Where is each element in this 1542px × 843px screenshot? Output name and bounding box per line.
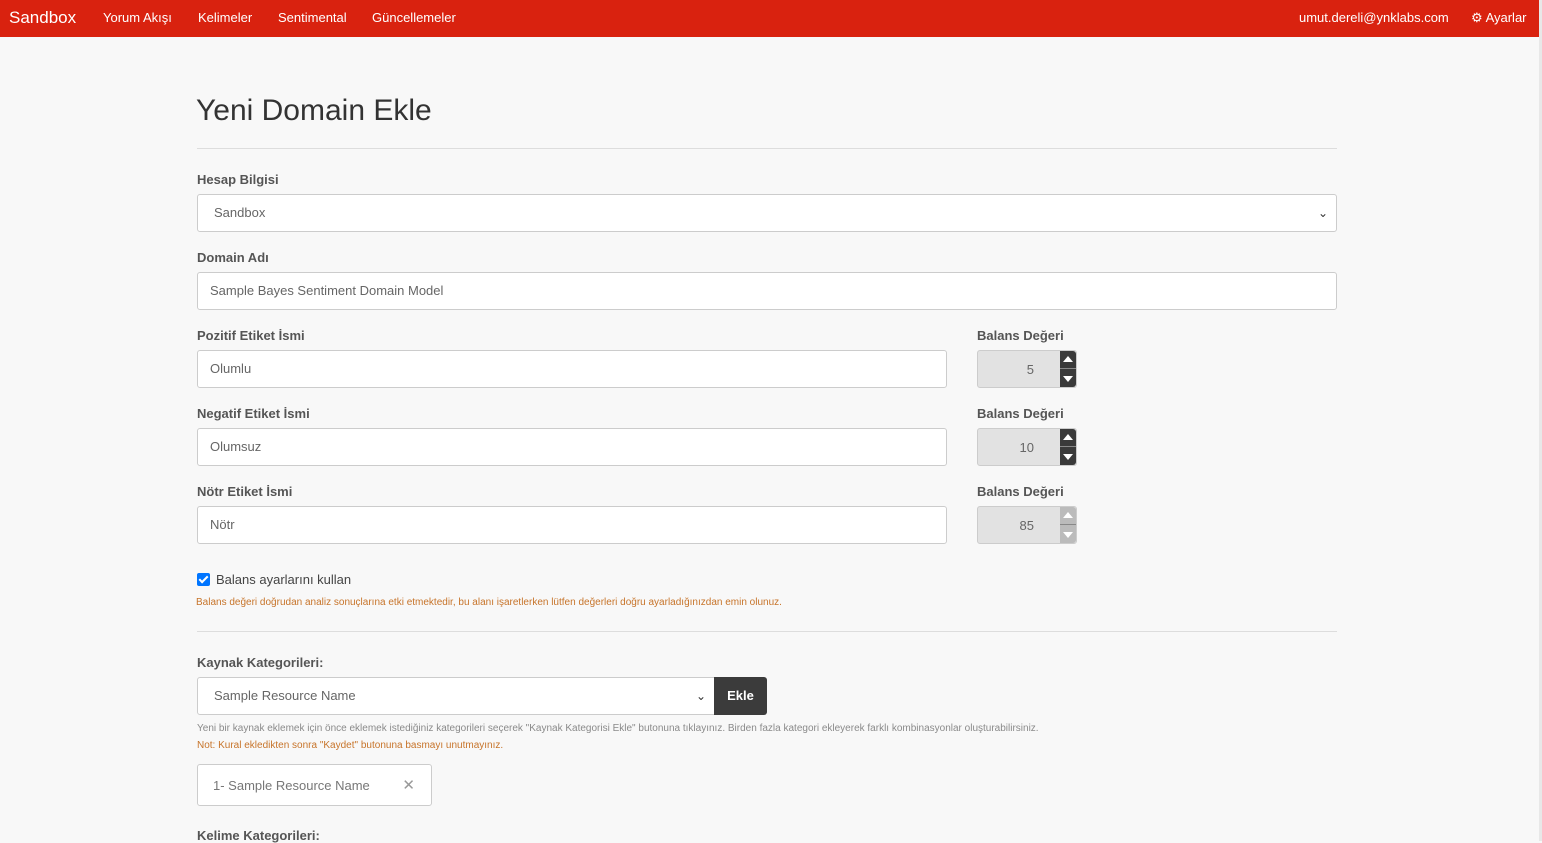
resource-category-select[interactable]: Sample Resource Name ⌄ [197, 677, 715, 715]
divider [197, 631, 1337, 632]
balance-neutral-input: 85 [977, 506, 1077, 544]
brand-link[interactable]: Sandbox [9, 8, 76, 28]
spinner-negative[interactable] [1060, 429, 1076, 465]
neutral-label: Nötr Etiket İsmi [197, 484, 293, 499]
negative-label: Negatif Etiket İsmi [197, 406, 310, 421]
balance-positive-input[interactable]: 5 [977, 350, 1077, 388]
negative-label-input[interactable]: Olumsuz [197, 428, 947, 466]
add-resource-button[interactable]: Ekle [714, 677, 767, 715]
chevron-down-icon: ⌄ [695, 689, 706, 703]
spinner-positive[interactable] [1060, 351, 1076, 387]
account-label: Hesap Bilgisi [197, 172, 279, 187]
balance-neutral-value: 85 [1019, 518, 1034, 533]
balance-warning: Balans değeri doğrudan analiz sonuçların… [196, 597, 782, 608]
resource-chip: 1- Sample Resource Name ✕ [197, 764, 432, 806]
balance-negative-input[interactable]: 10 [977, 428, 1077, 466]
gear-icon: ⚙ [1471, 10, 1483, 25]
page-title: Yeni Domain Ekle [196, 94, 432, 127]
positive-label-input[interactable]: Olumlu [197, 350, 947, 388]
neutral-placeholder: Nötr [210, 517, 235, 532]
negative-placeholder: Olumsuz [210, 439, 262, 454]
domain-label: Domain Adı [197, 250, 269, 265]
resource-chip-label: 1- Sample Resource Name [213, 778, 370, 793]
balance-label-neutral: Balans Değeri [977, 484, 1064, 499]
top-navbar: Sandbox Yorum Akışı Kelimeler Sentimenta… [0, 0, 1539, 37]
domain-name-placeholder: Sample Bayes Sentiment Domain Model [210, 283, 444, 298]
domain-name-input[interactable]: Sample Bayes Sentiment Domain Model [197, 272, 1337, 310]
neutral-label-input[interactable]: Nötr [197, 506, 947, 544]
positive-placeholder: Olumlu [210, 361, 252, 376]
user-email-link[interactable]: umut.dereli@ynklabs.com [1299, 10, 1449, 25]
divider [197, 148, 1337, 149]
balance-negative-value: 10 [1019, 440, 1034, 455]
resource-help-text: Yeni bir kaynak eklemek için önce ekleme… [197, 723, 1039, 734]
use-balance-label[interactable]: Balans ayarlarını kullan [216, 572, 351, 587]
account-select[interactable]: Sandbox ⌄ [197, 194, 1337, 232]
spinner-neutral-disabled [1060, 507, 1076, 543]
resource-select-value: Sample Resource Name [214, 688, 356, 703]
close-icon[interactable]: ✕ [402, 776, 415, 794]
balance-label-positive: Balans Değeri [977, 328, 1064, 343]
nav-link-guncellemeler[interactable]: Güncellemeler [372, 10, 456, 25]
positive-label: Pozitif Etiket İsmi [197, 328, 305, 343]
settings-label: Ayarlar [1485, 10, 1527, 25]
resource-categories-label: Kaynak Kategorileri: [197, 655, 324, 670]
nav-link-yorum-akisi[interactable]: Yorum Akışı [103, 10, 172, 25]
balance-label-negative: Balans Değeri [977, 406, 1064, 421]
resource-note: Not: Kural ekledikten sonra "Kaydet" but… [197, 740, 504, 751]
nav-link-kelimeler[interactable]: Kelimeler [198, 10, 252, 25]
account-select-value: Sandbox [214, 205, 266, 220]
use-balance-checkbox[interactable] [197, 573, 210, 586]
nav-link-sentimental[interactable]: Sentimental [278, 10, 347, 25]
chevron-down-icon: ⌄ [1317, 206, 1328, 220]
balance-positive-value: 5 [1026, 362, 1034, 377]
settings-link[interactable]: ⚙ Ayarlar [1471, 10, 1527, 26]
